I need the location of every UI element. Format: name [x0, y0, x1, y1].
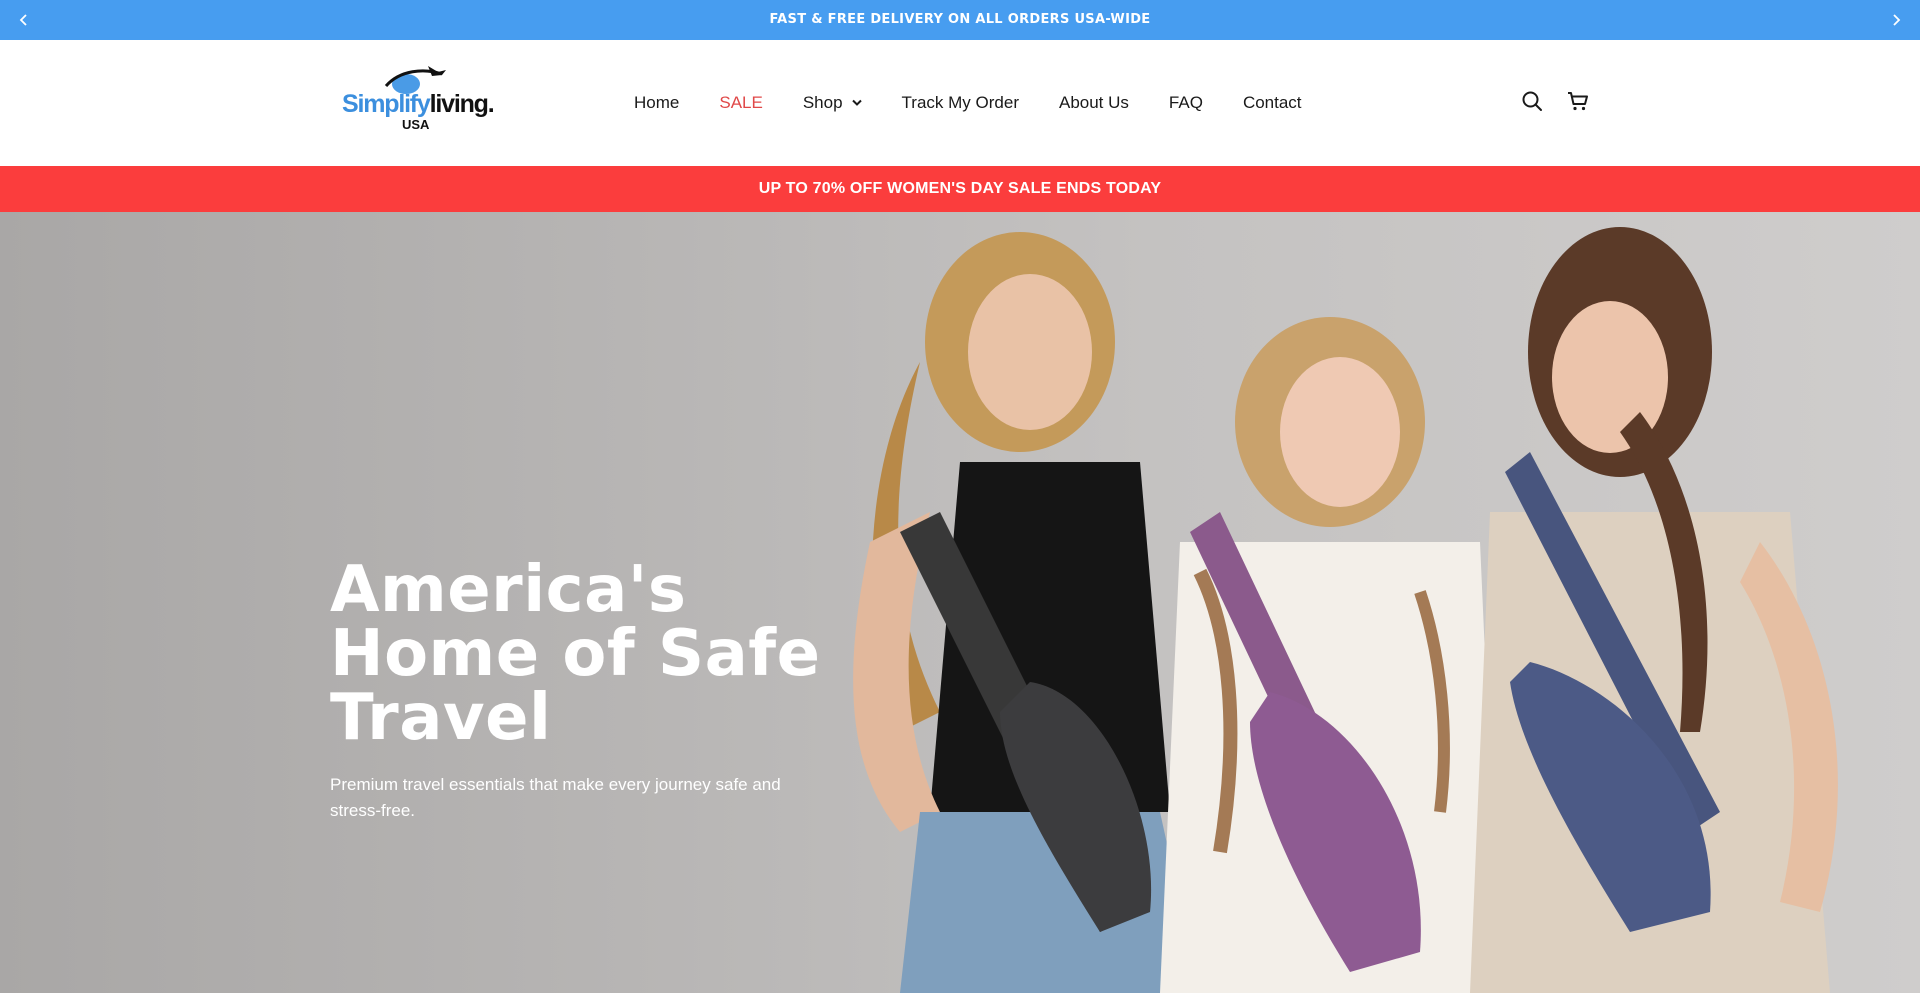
sale-banner[interactable]: UP TO 70% OFF WOMEN'S DAY SALE ENDS TODA…	[0, 166, 1920, 212]
nav-item-sale[interactable]: SALE	[719, 93, 762, 113]
nav-item-track-order[interactable]: Track My Order	[902, 93, 1019, 113]
hero-image	[853, 227, 1838, 993]
site-header: Simplifyliving. USA Home SALE Shop Track…	[0, 40, 1920, 166]
brand-sub: USA	[402, 117, 430, 132]
nav-item-home[interactable]: Home	[634, 93, 679, 113]
chevron-right-icon[interactable]	[1884, 8, 1908, 32]
nav-item-about[interactable]: About Us	[1059, 93, 1129, 113]
brand-logo[interactable]: Simplifyliving. USA	[340, 62, 495, 142]
nav-item-shop[interactable]: Shop	[803, 93, 862, 113]
chevron-down-icon	[851, 99, 862, 107]
main-nav: Home SALE Shop Track My Order About Us F…	[634, 40, 1342, 166]
brand-name: Simplifyliving.	[342, 90, 495, 118]
announcement-text: FAST & FREE DELIVERY ON ALL ORDERS USA-W…	[769, 12, 1151, 27]
cart-icon[interactable]	[1566, 89, 1590, 113]
nav-item-contact[interactable]: Contact	[1243, 93, 1302, 113]
hero-description: Premium travel essentials that make ever…	[330, 775, 781, 820]
nav-item-label: Shop	[802, 93, 843, 112]
nav-item-faq[interactable]: FAQ	[1169, 93, 1203, 113]
announcement-bar: FAST & FREE DELIVERY ON ALL ORDERS USA-W…	[0, 0, 1920, 40]
header-actions	[1520, 89, 1590, 113]
hero-title: America's Home of Safe Travel	[330, 553, 821, 755]
search-icon[interactable]	[1520, 89, 1544, 113]
hero-section: America's Home of Safe Travel Premium tr…	[0, 212, 1920, 993]
